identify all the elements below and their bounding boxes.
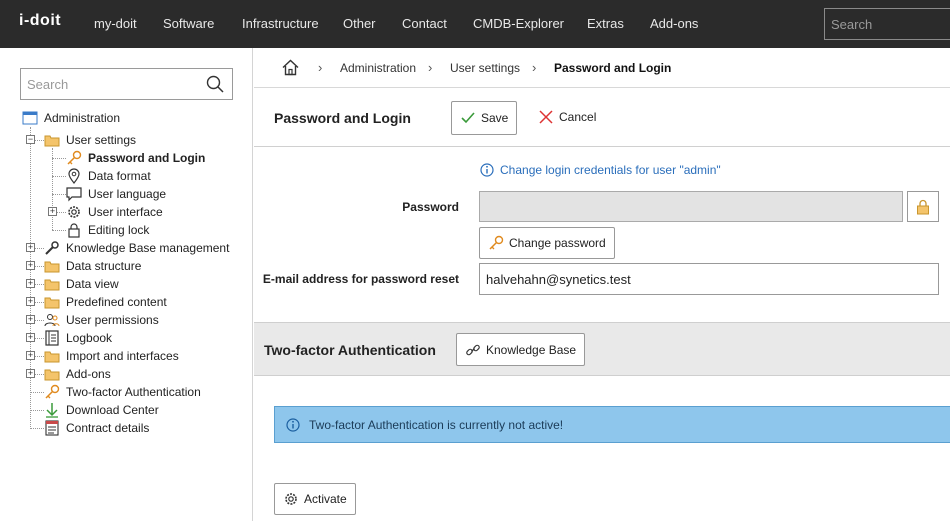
activate-label: Activate [304,492,347,506]
tree-item-predefined-content[interactable]: Predefined content [44,293,167,311]
document-icon [44,420,60,436]
tree-item-user-permissions[interactable]: User permissions [44,311,159,329]
save-label: Save [481,111,509,125]
nav-my-doit[interactable]: my-doit [94,16,137,31]
expand-add-ons[interactable]: + [26,369,35,378]
info-icon [286,417,300,432]
change-password-label: Change password [509,236,606,250]
chevron-right-icon: › [532,60,537,75]
nav-other[interactable]: Other [343,16,376,31]
expand-data-view[interactable]: + [26,279,35,288]
book-icon [44,330,60,346]
folder-icon [44,276,60,292]
breadcrumb: › Administration › User settings › Passw… [254,48,950,88]
credentials-info: Change login credentials for user "admin… [480,163,721,177]
tree-item-user-language[interactable]: User language [66,185,166,203]
tree-item-data-view[interactable]: Data view [44,275,119,293]
breadcrumb-user-settings[interactable]: User settings [450,61,520,75]
credentials-info-text[interactable]: Change login credentials for user "admin… [500,163,721,177]
two-factor-status-alert: Two-factor Authentication is currently n… [274,406,950,443]
tree-item-contract-details[interactable]: Contract details [44,419,149,437]
top-navigation-bar: i-doit my-doit Software Infrastructure O… [0,0,950,48]
tree-item-knowledge-base-management[interactable]: Knowledge Base management [44,239,229,257]
password-label: Password [402,200,459,214]
sidebar-search-input[interactable] [21,69,201,99]
search-icon[interactable] [206,75,224,96]
link-icon [466,344,480,355]
tree-item-data-format[interactable]: Data format [66,167,151,185]
sidebar-search [20,68,233,100]
folder-icon [44,294,60,310]
gear-icon [66,204,82,220]
nav-contact[interactable]: Contact [402,16,447,31]
key-icon [489,235,504,250]
tree-item-editing-lock[interactable]: Editing lock [66,221,149,239]
folder-icon [44,366,60,382]
nav-infrastructure[interactable]: Infrastructure [242,16,319,31]
password-lock-button[interactable] [907,191,939,222]
folder-icon [44,258,60,274]
collapse-user-settings[interactable]: − [26,135,35,144]
nav-software[interactable]: Software [163,16,214,31]
users-icon [44,312,60,328]
two-factor-title: Two-factor Authentication [264,342,436,358]
expand-logbook[interactable]: + [26,333,35,342]
info-icon [480,163,494,177]
save-button[interactable]: Save [451,101,518,135]
tree-item-add-ons[interactable]: Add-ons [44,365,111,383]
nav-cmdb-explorer[interactable]: CMDB-Explorer [473,16,564,31]
password-field [479,191,903,222]
expand-user-permissions[interactable]: + [26,315,35,324]
knowledge-base-label: Knowledge Base [486,342,577,357]
key-icon [66,150,82,166]
speech-bubble-icon [66,186,82,202]
lock-icon [66,222,82,238]
tree-item-download-center[interactable]: Download Center [44,401,159,419]
tree-item-administration[interactable]: Administration [22,109,120,127]
two-factor-status-text: Two-factor Authentication is currently n… [309,417,564,432]
tree-item-two-factor-authentication[interactable]: Two-factor Authentication [44,383,201,401]
email-field[interactable] [479,263,939,295]
expand-knowledge-base-management[interactable]: + [26,243,35,252]
folder-icon [44,132,60,148]
two-factor-section-header: Two-factor Authentication Knowledge Base [254,322,950,376]
knowledge-base-button[interactable]: Knowledge Base [456,333,586,366]
key-icon [44,384,60,400]
expand-predefined-content[interactable]: + [26,297,35,306]
lock-icon [917,199,929,214]
nav-extras[interactable]: Extras [587,16,624,31]
email-label: E-mail address for password reset [262,272,459,286]
tree-item-password-and-login[interactable]: Password and Login [66,149,205,167]
chevron-right-icon: › [428,60,433,75]
home-icon[interactable] [282,59,299,79]
tree-item-user-interface[interactable]: User interface [66,203,163,221]
nav-add-ons[interactable]: Add-ons [650,16,698,31]
expand-data-structure[interactable]: + [26,261,35,270]
close-icon [539,110,553,124]
breadcrumb-administration[interactable]: Administration [340,61,416,75]
app-logo[interactable]: i-doit [19,12,61,30]
tree-item-logbook[interactable]: Logbook [44,329,112,347]
location-pin-icon [66,168,82,184]
expand-import-and-interfaces[interactable]: + [26,351,35,360]
download-arrow-icon [44,402,60,418]
cancel-button[interactable]: Cancel [539,110,596,124]
expand-user-interface[interactable]: + [48,207,57,216]
checkmark-icon [461,112,475,124]
change-password-button[interactable]: Change password [479,227,615,259]
tree-item-user-settings[interactable]: User settings [44,131,136,149]
tree-item-data-structure[interactable]: Data structure [44,257,141,275]
activate-button[interactable]: Activate [274,483,356,515]
gear-icon [285,493,297,505]
cancel-label: Cancel [559,110,597,124]
top-search-input[interactable] [824,8,950,40]
tree-item-import-and-interfaces[interactable]: Import and interfaces [44,347,179,365]
chevron-right-icon: › [318,60,323,75]
folder-icon [44,348,60,364]
wrench-icon [44,240,60,256]
breadcrumb-current: Password and Login [554,61,672,75]
page-header-bar: Password and Login Save Cancel [254,89,950,147]
window-icon [22,110,38,126]
page-title: Password and Login [274,110,411,126]
